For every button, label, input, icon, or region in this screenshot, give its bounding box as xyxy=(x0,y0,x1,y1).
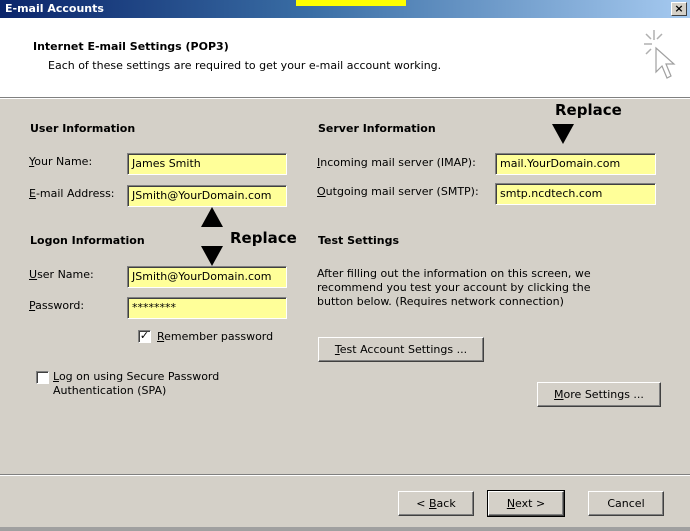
header-divider xyxy=(0,97,690,99)
window-title: E-mail Accounts xyxy=(5,2,104,15)
email-address-label: E-mail Address: xyxy=(29,187,115,200)
window-bottom-border xyxy=(0,527,690,531)
spa-label-line2: Authentication (SPA) xyxy=(53,384,167,397)
page-subtitle: Each of these settings are required to g… xyxy=(48,59,442,72)
your-name-field[interactable]: James Smith xyxy=(127,153,287,175)
test-settings-title: Test Settings xyxy=(318,234,400,247)
test-description-line-3: button below. (Requires network connecti… xyxy=(317,295,564,308)
logon-info-title: Logon Information xyxy=(30,234,145,247)
outgoing-server-field[interactable]: smtp.ncdtech.com xyxy=(495,183,656,205)
back-button[interactable]: < Back xyxy=(398,491,474,516)
close-icon: × xyxy=(674,2,684,15)
remember-password-label: Remember password xyxy=(157,330,274,343)
down-arrow-icon xyxy=(552,124,574,144)
server-info-title: Server Information xyxy=(318,122,436,135)
up-arrow-icon xyxy=(201,207,223,227)
down-arrow-icon xyxy=(201,246,223,266)
replace-annotation-logon: Replace xyxy=(230,229,297,247)
spa-checkbox[interactable] xyxy=(36,371,49,384)
wizard-cursor-icon xyxy=(644,30,676,79)
user-name-field[interactable]: JSmith@YourDomain.com xyxy=(127,266,287,288)
check-icon: ✓ xyxy=(139,329,150,342)
test-description-line-2: recommend you test your account by click… xyxy=(317,281,591,294)
cancel-button[interactable]: Cancel xyxy=(588,491,664,516)
page-title: Internet E-mail Settings (POP3) xyxy=(33,40,229,53)
outgoing-server-label: Outgoing mail server (SMTP): xyxy=(317,185,479,198)
title-bar: E-mail Accounts × xyxy=(0,0,690,18)
incoming-server-field[interactable]: mail.YourDomain.com xyxy=(495,153,656,175)
remember-password-checkbox[interactable]: ✓ xyxy=(138,330,151,343)
test-description-line-1: After filling out the information on thi… xyxy=(317,267,591,280)
close-button[interactable]: × xyxy=(671,2,687,16)
password-label: Password: xyxy=(29,299,85,312)
wizard-header: Internet E-mail Settings (POP3) Each of … xyxy=(0,18,690,97)
user-name-label: User Name: xyxy=(29,268,94,281)
more-settings-button[interactable]: More Settings ... xyxy=(537,382,661,407)
spa-label: Log on using Secure Password xyxy=(53,370,220,383)
email-address-field[interactable]: JSmith@YourDomain.com xyxy=(127,185,287,207)
highlight-mark xyxy=(296,0,406,6)
password-field[interactable]: ******** xyxy=(127,297,287,319)
incoming-server-label: Incoming mail server (IMAP): xyxy=(317,156,476,169)
user-info-title: User Information xyxy=(30,122,136,135)
footer-divider xyxy=(0,474,690,476)
test-account-settings-button[interactable]: Test Account Settings ... xyxy=(318,337,484,362)
next-button[interactable]: Next > xyxy=(487,490,565,517)
your-name-label: Your Name: xyxy=(29,155,93,168)
replace-annotation-server: Replace xyxy=(555,101,622,119)
